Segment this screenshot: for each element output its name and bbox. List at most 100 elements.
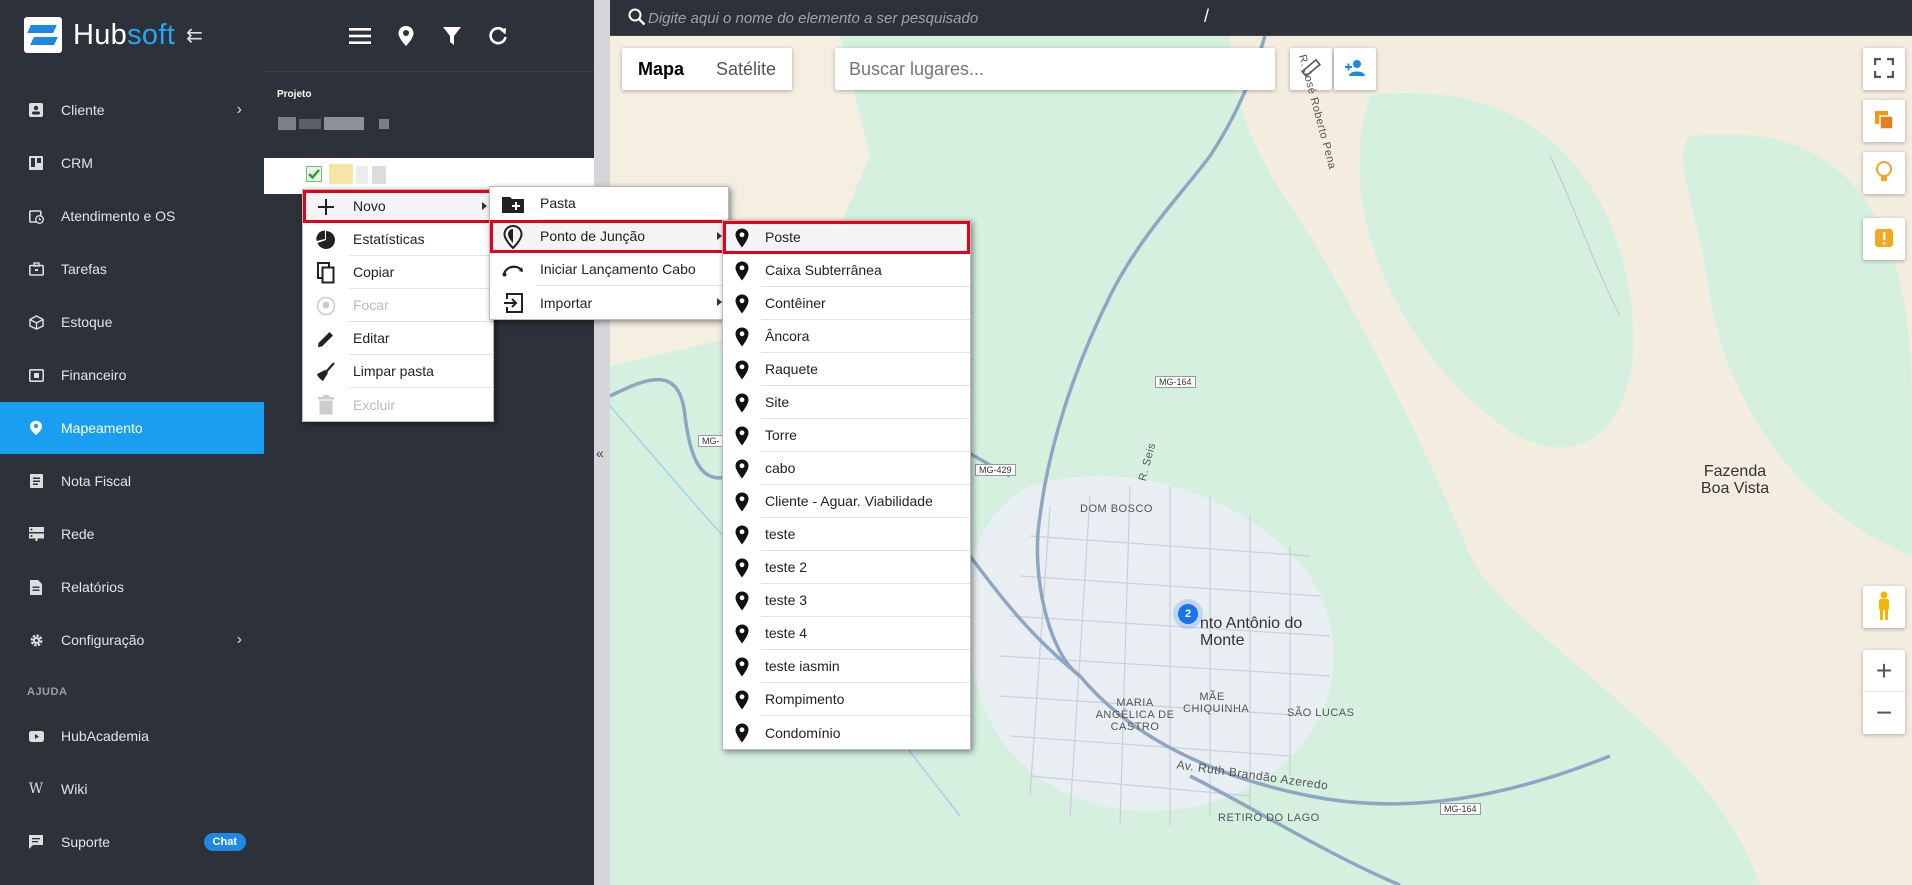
element-search-input[interactable]: Digite aqui o nome do elemento a ser pes… [648, 10, 978, 27]
street-view-button[interactable] [1863, 586, 1905, 628]
logo-text: Hubsoft [73, 18, 176, 51]
folder-plus-icon [490, 195, 536, 213]
sidebar-item-hubacademia[interactable]: HubAcademia [0, 710, 264, 762]
redacted-block [372, 166, 386, 184]
menu-item-teste-iasmin[interactable]: teste iasmin [723, 650, 970, 683]
refresh-icon[interactable] [486, 24, 510, 48]
menu-item-focar[interactable]: Focar [303, 289, 493, 322]
menu-item-teste-3[interactable]: teste 3 [723, 584, 970, 617]
sidebar-item-configuracao[interactable]: Configuração › [0, 614, 264, 666]
menu-item-importar[interactable]: Importar [490, 286, 728, 319]
menu-item-poste[interactable]: Poste [723, 221, 970, 254]
menu-item-raquete[interactable]: Raquete [723, 353, 970, 386]
road-shield-mg429: MG-429 [975, 464, 1016, 476]
wiki-icon: W [28, 781, 44, 797]
map-pin-icon [723, 228, 761, 248]
contact-card-icon [28, 102, 44, 118]
submenu-arrow-icon [482, 202, 487, 210]
menu-item-iniciar-lancamento-cabo[interactable]: Iniciar Lançamento Cabo [490, 253, 728, 286]
menu-item-editar[interactable]: Editar [303, 322, 493, 355]
sidebar-item-tarefas[interactable]: Tarefas [0, 243, 264, 295]
collapse-sidebar-icon[interactable]: ⇇ [186, 23, 203, 48]
redacted-block [356, 166, 368, 184]
sidebar-item-estoque[interactable]: Estoque [0, 296, 264, 348]
menu-item-copiar[interactable]: Copiar [303, 256, 493, 289]
menu-item-conteiner[interactable]: Contêiner [723, 287, 970, 320]
zoom-out-button[interactable]: − [1863, 692, 1905, 734]
tips-button[interactable] [1863, 152, 1905, 194]
zoom-in-button[interactable]: + [1863, 650, 1905, 692]
menu-item-site[interactable]: Site [723, 386, 970, 419]
hamburger-menu-icon[interactable] [348, 24, 372, 48]
sidebar-item-label: Cliente [61, 102, 105, 118]
menu-item-ponto-de-juncao[interactable]: Ponto de Junção [490, 220, 728, 253]
redacted-block [278, 117, 296, 130]
menu-item-teste-4[interactable]: teste 4 [723, 617, 970, 650]
sidebar-item-crm[interactable]: CRM [0, 137, 264, 189]
layers-button[interactable] [1863, 100, 1905, 142]
menu-item-label: Iniciar Lançamento Cabo [536, 253, 728, 286]
menu-item-pasta[interactable]: Pasta [490, 187, 728, 220]
map-label-retiro: RETIRO DO LAGO [1218, 812, 1320, 824]
map-pin-icon [723, 393, 761, 413]
menu-item-novo[interactable]: Novo [303, 190, 493, 223]
sidebar: Hubsoft ⇇ Cliente › CRM Atendimento e OS… [0, 0, 264, 885]
menu-item-excluir[interactable]: Excluir [303, 388, 493, 421]
sidebar-item-rede[interactable]: Rede [0, 508, 264, 560]
menu-item-cliente-aguar-viabilidade[interactable]: Cliente - Aguar. Viabilidade [723, 485, 970, 518]
menu-item-caixa-subterranea[interactable]: Caixa Subterrânea [723, 254, 970, 287]
map-type-mapa-button[interactable]: Mapa [622, 48, 700, 90]
alert-button[interactable] [1863, 218, 1905, 260]
menu-item-label: Pasta [536, 187, 728, 220]
sidebar-item-cliente[interactable]: Cliente › [0, 84, 264, 136]
menu-item-teste-2[interactable]: teste 2 [723, 551, 970, 584]
sidebar-item-wiki[interactable]: W Wiki [0, 763, 264, 815]
menu-item-label: Excluir [353, 396, 396, 413]
plus-icon [303, 198, 349, 215]
fullscreen-button[interactable] [1863, 48, 1905, 90]
menu-item-ancora[interactable]: Âncora [723, 320, 970, 353]
menu-item-label: Raquete [761, 353, 970, 386]
map-type-satelite-button[interactable]: Satélite [700, 48, 792, 90]
map-label-town: nto Antônio do Monte [1200, 615, 1303, 649]
sidebar-item-nota-fiscal[interactable]: Nota Fiscal [0, 455, 264, 507]
menu-item-label: Novo [349, 190, 493, 223]
map-pin-icon [723, 294, 761, 314]
youtube-icon [28, 728, 44, 744]
menu-item-label: Estatísticas [349, 223, 493, 256]
menu-item-torre[interactable]: Torre [723, 419, 970, 452]
menu-item-condominio[interactable]: Condomínio [723, 716, 970, 749]
add-user-button[interactable] [1334, 48, 1376, 90]
project-label: Projeto [277, 89, 312, 100]
add-user-icon [1344, 59, 1366, 80]
menu-item-cabo[interactable]: cabo [723, 452, 970, 485]
receipt-icon [28, 473, 44, 489]
menu-item-rompimento[interactable]: Rompimento [723, 683, 970, 716]
sidebar-item-label: Rede [61, 526, 95, 542]
sidebar-item-atendimento[interactable]: Atendimento e OS [0, 190, 264, 242]
chat-badge[interactable]: Chat [203, 833, 246, 851]
sidebar-item-financeiro[interactable]: Financeiro [0, 349, 264, 401]
menu-item-estatisticas[interactable]: Estatísticas [303, 223, 493, 256]
menu-item-limpar-pasta[interactable]: Limpar pasta [303, 355, 493, 388]
sidebar-item-label: Mapeamento [61, 420, 143, 436]
pencil-icon [303, 330, 349, 348]
sidebar-item-mapeamento[interactable]: Mapeamento [0, 402, 264, 454]
panel-splitter[interactable]: « [594, 0, 610, 885]
menu-item-label: Copiar [349, 256, 493, 289]
sidebar-item-relatorios[interactable]: Relatórios [0, 561, 264, 613]
places-search-input[interactable] [835, 48, 1275, 90]
sidebar-item-label: CRM [61, 155, 93, 171]
sidebar-item-suporte[interactable]: Suporte Chat [0, 816, 264, 868]
trash-icon [303, 394, 349, 415]
checkbox-checked-icon[interactable] [306, 166, 322, 185]
redacted-block [299, 119, 321, 129]
hubsoft-logo-icon [24, 17, 62, 53]
map-cluster-marker[interactable]: 2 [1178, 604, 1198, 624]
map-pin-icon [723, 591, 761, 611]
double-chevron-left-icon[interactable]: « [596, 445, 604, 461]
menu-item-teste[interactable]: teste [723, 518, 970, 551]
filter-icon[interactable] [440, 24, 464, 48]
import-icon [490, 292, 536, 313]
map-pin-icon[interactable] [394, 24, 418, 48]
